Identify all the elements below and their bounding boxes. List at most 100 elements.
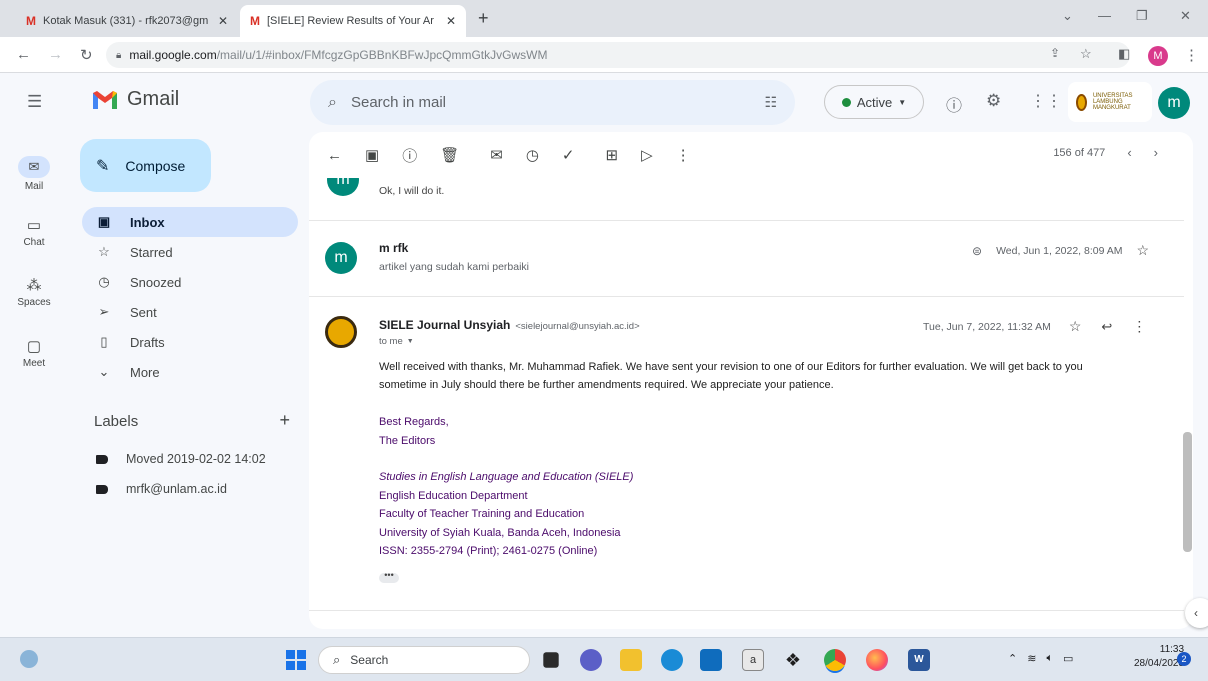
widgets-icon[interactable]	[20, 650, 38, 668]
chat-icon: ▭	[26, 217, 42, 234]
newer-chevron-icon[interactable]: ‹	[1127, 146, 1131, 159]
close-window-icon[interactable]: ✕	[1180, 8, 1191, 24]
address-bar[interactable]: 🔒︎ mail.google.com/mail/u/1/#inbox/FMfcg…	[106, 42, 1130, 68]
signature-editors: The Editors	[379, 434, 436, 447]
amazon-app-icon[interactable]: a	[742, 649, 764, 671]
send-icon: ➢	[98, 304, 110, 319]
compose-label: Compose	[125, 157, 186, 174]
search-bar[interactable]: ⌕ Search in mail ☷	[310, 80, 795, 125]
star-icon[interactable]: ☆	[1069, 318, 1082, 335]
firefox-browser-icon[interactable]	[866, 649, 888, 671]
rail-meet[interactable]: ▢ Meet	[10, 337, 58, 369]
show-hidden-icons-icon[interactable]: ⌃	[1008, 652, 1017, 665]
wifi-icon[interactable]: ≋	[1027, 652, 1036, 665]
add-label-button[interactable]: +	[279, 411, 290, 430]
forward-arrow-icon[interactable]: →	[48, 46, 63, 63]
nav-inbox[interactable]: ▣ Inbox	[82, 207, 298, 237]
recipients-toggle[interactable]: to me ▼	[379, 336, 414, 348]
previous-message-snippet[interactable]: Ok, I will do it.	[379, 185, 444, 197]
new-tab-button[interactable]: +	[478, 8, 489, 29]
reading-pane-scrollbar[interactable]	[1183, 432, 1192, 552]
gmail-logo[interactable]: Gmail	[91, 88, 179, 111]
restore-window-icon[interactable]: ❐	[1136, 8, 1148, 24]
nav-label: More	[130, 364, 160, 380]
microsoft-store-icon[interactable]	[700, 649, 722, 671]
back-arrow-icon[interactable]: ←	[16, 46, 31, 63]
search-icon: ⌕	[333, 652, 341, 667]
show-trimmed-content-button[interactable]: •••	[379, 571, 399, 583]
mark-unread-icon[interactable]: ✉	[490, 146, 503, 164]
rail-spaces[interactable]: ⁂ Spaces	[10, 276, 58, 308]
search-icon[interactable]: ⌕	[328, 94, 337, 112]
task-view-icon[interactable]	[543, 652, 559, 668]
compose-button[interactable]: ✎ Compose	[80, 139, 211, 192]
bookmark-star-icon[interactable]: ☆	[1080, 46, 1092, 62]
share-icon[interactable]: ⇪	[1050, 46, 1060, 60]
more-options-icon[interactable]: ⋮	[1132, 318, 1146, 335]
siele-logo-avatar[interactable]	[325, 316, 357, 348]
nav-more[interactable]: ⌄ More	[82, 357, 298, 387]
search-input[interactable]: Search in mail	[351, 94, 750, 111]
rail-meet-label: Meet	[22, 358, 46, 369]
organization-badge[interactable]: UNIVERSITAS LAMBUNG MANGKURAT	[1068, 82, 1152, 122]
minimize-window-icon[interactable]: —	[1098, 8, 1111, 23]
start-button[interactable]	[286, 650, 306, 670]
rail-chat[interactable]: ▭ Chat	[10, 216, 58, 248]
apps-grid-icon[interactable]: ⋮⋮	[1030, 91, 1062, 111]
tab-siele-review[interactable]: M [SIELE] Review Results of Your Ar ✕	[240, 5, 466, 37]
edge-browser-icon[interactable]	[661, 649, 683, 671]
delete-icon[interactable]: 🗑︎	[440, 146, 459, 164]
search-options-icon[interactable]: ☷	[764, 94, 777, 111]
taskbar-search[interactable]: ⌕ Search	[318, 646, 530, 674]
tab-kotak-masuk[interactable]: M Kotak Masuk (331) - rfk2073@gm ✕	[16, 5, 238, 37]
add-task-icon[interactable]: ✓	[562, 146, 575, 164]
notification-badge[interactable]: 2	[1177, 652, 1191, 666]
snooze-icon[interactable]: ◷	[526, 146, 539, 164]
reload-icon[interactable]: ↻	[80, 46, 93, 64]
dropbox-icon[interactable]: ❖	[782, 649, 804, 671]
close-tab-icon[interactable]: ✕	[218, 14, 228, 28]
sender-avatar[interactable]: m	[325, 242, 357, 274]
chrome-browser-icon[interactable]	[824, 649, 846, 671]
message-sender[interactable]: m rfk	[379, 241, 408, 255]
nav-snoozed[interactable]: ◷ Snoozed	[82, 267, 298, 297]
star-icon[interactable]: ☆	[1137, 242, 1150, 259]
show-side-panel-button[interactable]: ‹	[1185, 598, 1208, 628]
message-sender[interactable]: SIELE Journal Unsyiah	[379, 318, 510, 332]
settings-gear-icon[interactable]: ⚙	[986, 91, 1001, 111]
teams-chat-icon[interactable]	[580, 649, 602, 671]
nav-starred[interactable]: ☆ Starred	[82, 237, 298, 267]
battery-icon[interactable]: ▭	[1063, 652, 1073, 665]
signature-journal: Studies in English Language and Educatio…	[379, 471, 634, 483]
message-snippet[interactable]: artikel yang sudah kami perbaiki	[379, 261, 529, 273]
report-spam-icon[interactable]: ⓘ	[402, 145, 417, 166]
main-menu-icon[interactable]: ☰	[27, 92, 42, 112]
browser-menu-icon[interactable]: ⋮	[1184, 46, 1199, 64]
move-to-icon[interactable]: ⊞	[606, 146, 619, 164]
label-item[interactable]: mrfk@unlam.ac.id	[96, 482, 227, 496]
rail-mail[interactable]: ✉ Mail	[10, 156, 58, 192]
status-button[interactable]: Active ▼	[824, 85, 924, 119]
file-explorer-icon[interactable]	[620, 649, 642, 671]
signature-faculty: Faculty of Teacher Training and Educatio…	[379, 508, 585, 520]
close-tab-icon[interactable]: ✕	[446, 14, 456, 28]
archive-icon[interactable]: ▣	[365, 146, 379, 164]
nav-sent[interactable]: ➢ Sent	[82, 297, 298, 327]
side-panel-icon[interactable]: ◧	[1118, 46, 1130, 62]
older-chevron-icon[interactable]: ›	[1154, 146, 1158, 159]
label-icon[interactable]: ▷	[641, 146, 653, 164]
nav-drafts[interactable]: ▯ Drafts	[82, 327, 298, 357]
more-options-icon[interactable]: ⋮	[676, 146, 691, 164]
tab-search-chevron-icon[interactable]: ⌄	[1062, 8, 1073, 24]
profile-avatar[interactable]: M	[1148, 46, 1168, 66]
volume-icon[interactable]: 🔈︎	[1046, 652, 1053, 665]
label-item[interactable]: Moved 2019-02-02 14:02	[96, 452, 266, 466]
word-app-icon[interactable]: W	[908, 649, 930, 671]
back-to-inbox-icon[interactable]: ←	[327, 147, 342, 164]
account-avatar[interactable]: m	[1158, 87, 1190, 119]
help-icon[interactable]: ⓘ	[946, 92, 962, 116]
browser-tab-strip: M Kotak Masuk (331) - rfk2073@gm ✕ M [SI…	[0, 0, 1208, 37]
reply-icon[interactable]: ↩	[1101, 319, 1112, 335]
system-tray: ⌃ ≋ 🔈︎ ▭	[1008, 652, 1073, 665]
chevron-down-icon: ⌄	[98, 364, 110, 379]
